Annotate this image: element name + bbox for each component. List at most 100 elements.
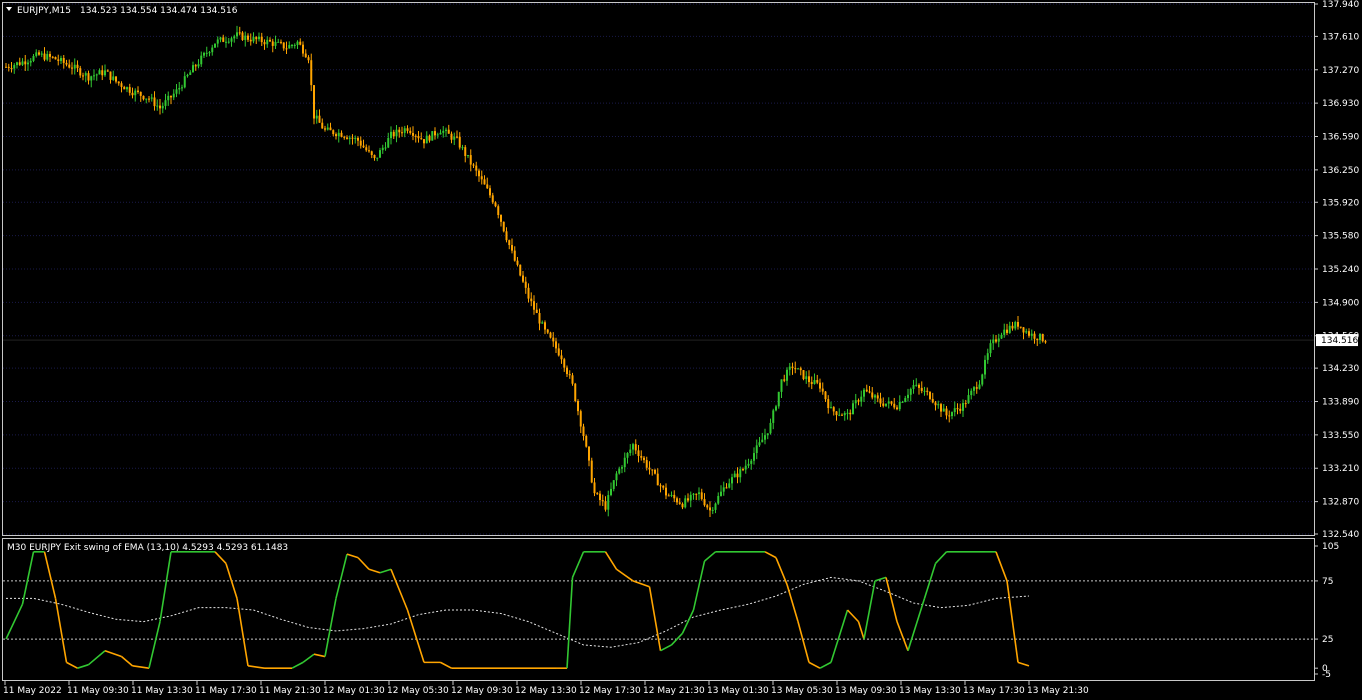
- candle-body: [761, 439, 764, 443]
- indicator-frame: [2, 538, 1315, 681]
- candle-body: [1028, 331, 1030, 336]
- candle-body: [51, 56, 54, 58]
- candle-body: [126, 87, 128, 90]
- candle-body: [84, 73, 87, 76]
- price-tick-label: 134.900: [1322, 298, 1359, 308]
- candle-body: [736, 473, 739, 478]
- candle-body: [387, 138, 390, 148]
- candle-body: [588, 446, 590, 461]
- candle-body: [21, 61, 24, 65]
- candle-body: [893, 403, 896, 408]
- candle-body: [137, 90, 139, 92]
- candle-body: [764, 435, 766, 440]
- candle-body: [269, 39, 271, 42]
- candle-body: [984, 359, 986, 375]
- price-tick-label: 132.540: [1322, 530, 1359, 540]
- candle-body: [249, 39, 252, 42]
- candle-body: [16, 62, 18, 66]
- time-tick-label: 11 May 21:30: [259, 686, 321, 696]
- candle-body: [123, 86, 126, 90]
- candle-body: [299, 41, 302, 45]
- candle-body: [409, 130, 412, 134]
- candle-body: [945, 408, 948, 416]
- candle-body: [819, 382, 821, 389]
- candle-body: [1030, 333, 1033, 336]
- candle-body: [423, 139, 425, 144]
- candle-body: [742, 469, 744, 471]
- candle-body: [189, 72, 192, 75]
- candle-body: [513, 250, 516, 261]
- candle-body: [871, 392, 874, 398]
- candle-body: [1025, 331, 1028, 333]
- candle-body: [654, 469, 656, 474]
- candle-body: [178, 88, 181, 90]
- candle-body: [428, 135, 431, 141]
- candle-body: [643, 457, 645, 461]
- candle-body: [181, 87, 183, 89]
- candle-body: [445, 129, 447, 131]
- candle-body: [351, 137, 354, 139]
- candle-body: [973, 387, 975, 391]
- time-tick-label: 12 May 09:30: [451, 686, 513, 696]
- candle-body: [313, 85, 315, 119]
- candle-body: [590, 460, 593, 483]
- candle-body: [769, 422, 772, 434]
- candle-body: [93, 75, 95, 77]
- candle-body: [929, 391, 931, 399]
- candle-body: [128, 87, 131, 93]
- candle-body: [381, 147, 384, 151]
- candle-body: [937, 404, 940, 406]
- candle-body: [607, 495, 610, 510]
- candle-body: [777, 391, 780, 407]
- candle-body: [703, 499, 706, 506]
- time-tick-label: 11 May 17:30: [195, 686, 257, 696]
- time-tick-label: 13 May 01:30: [707, 686, 769, 696]
- candle-body: [131, 92, 134, 96]
- candle-body: [931, 398, 934, 403]
- candle-body: [786, 369, 788, 381]
- candle-body: [948, 415, 951, 417]
- candle-body: [214, 43, 216, 48]
- candle-body: [417, 136, 420, 139]
- candle-body: [577, 401, 579, 412]
- candle-body: [722, 487, 725, 492]
- time-tick-label: 11 May 09:30: [67, 686, 129, 696]
- candle-body: [596, 493, 599, 495]
- candle-body: [24, 61, 27, 65]
- candle-body: [453, 136, 456, 140]
- candle-body: [599, 493, 601, 501]
- candle-body: [68, 64, 71, 68]
- candle-body: [277, 41, 280, 43]
- candle-body: [673, 494, 676, 499]
- candle-body: [689, 494, 692, 501]
- candle-body: [425, 135, 428, 144]
- candle-body: [252, 37, 255, 42]
- candle-body: [412, 133, 414, 136]
- candle-body: [629, 449, 632, 453]
- candle-body: [684, 498, 687, 508]
- candle-body: [456, 136, 458, 138]
- candle-body: [692, 493, 695, 495]
- candle-body: [46, 53, 49, 60]
- candle-body: [1011, 325, 1014, 329]
- candle-body: [238, 32, 241, 34]
- price-tick-label: 133.550: [1322, 431, 1359, 441]
- candle-body: [918, 384, 920, 388]
- candle-body: [519, 264, 522, 276]
- candle-body: [852, 403, 854, 415]
- candle-body: [887, 401, 890, 404]
- candle-body: [720, 491, 722, 496]
- candle-body: [610, 488, 612, 496]
- candle-body: [420, 138, 423, 140]
- candle-body: [373, 154, 376, 159]
- candle-body: [775, 406, 777, 411]
- indicator-tick-label: 105: [1322, 542, 1339, 552]
- candle-body: [205, 52, 208, 54]
- candle-body: [120, 83, 123, 87]
- candle-body: [912, 385, 915, 389]
- candle-body: [1017, 322, 1019, 327]
- candle-body: [915, 384, 918, 386]
- candle-body: [711, 509, 714, 511]
- candle-body: [1022, 327, 1025, 333]
- indicator-axis: 10575250-5: [1314, 542, 1339, 680]
